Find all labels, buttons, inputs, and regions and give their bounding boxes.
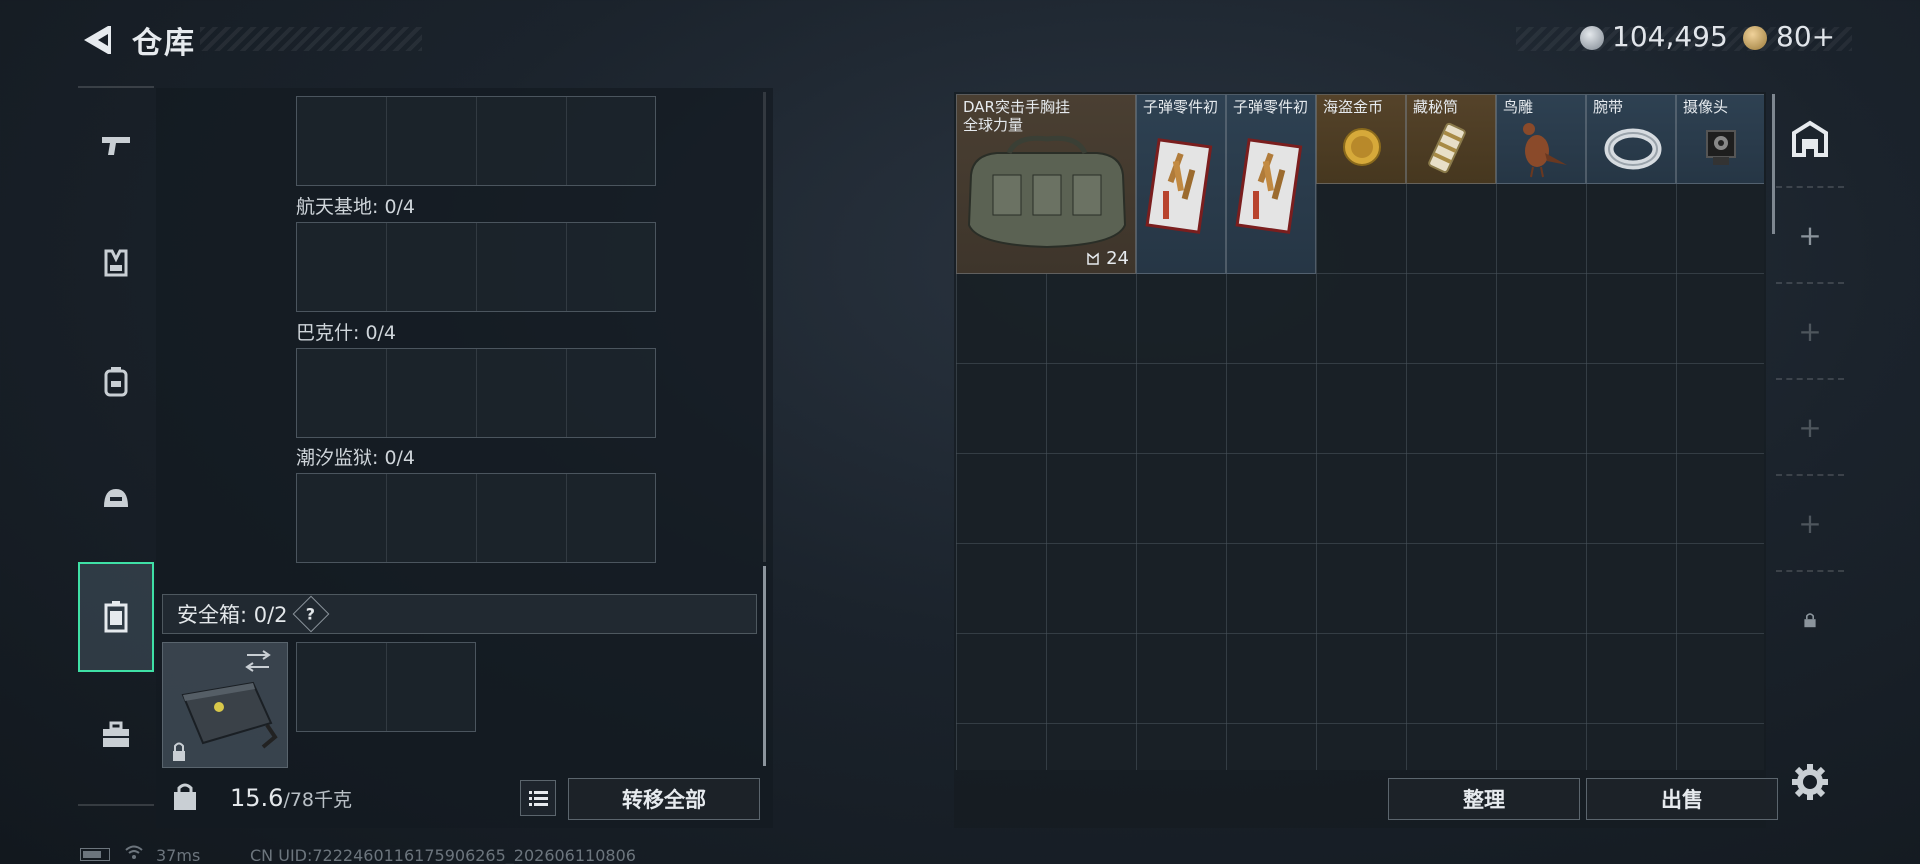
left-scrollbar-thumb[interactable]	[763, 566, 766, 766]
token-amount[interactable]: 80+	[1776, 20, 1835, 53]
safe-box-header: 安全箱: 0/2 ?	[162, 594, 757, 634]
collection-slot-grid[interactable]	[296, 473, 656, 563]
add-storage-page[interactable]: +	[1776, 380, 1844, 476]
settings-button[interactable]	[1790, 762, 1830, 802]
wifi-icon	[124, 844, 144, 864]
tab-armor[interactable]	[78, 208, 154, 318]
list-icon	[529, 791, 548, 806]
collection-label-bakhsh: 巴克什: 0/4	[296, 322, 397, 344]
transfer-all-button[interactable]: 转移全部	[568, 778, 760, 820]
back-arrow-icon	[84, 26, 111, 54]
gold-coin-icon	[1343, 128, 1381, 166]
page-title: 仓库	[132, 26, 196, 61]
durability-icon	[1087, 252, 1100, 265]
camera-icon	[1706, 130, 1736, 165]
storage-pages-rail: + + + +	[1776, 92, 1844, 712]
backpack-icon	[104, 367, 128, 397]
wristband-icon	[1604, 128, 1662, 170]
collection-slot-grid[interactable]	[296, 222, 656, 312]
storage-scrollbar[interactable]	[1772, 94, 1775, 234]
tab-weapon[interactable]	[78, 90, 154, 200]
collection-slot-grid[interactable]	[296, 96, 656, 186]
weight-value: 15.6	[230, 784, 284, 812]
add-storage-page[interactable]: +	[1776, 284, 1844, 380]
collection-label-tidal-prison: 潮汐监狱: 0/4	[296, 447, 416, 469]
plus-icon: +	[1798, 314, 1822, 348]
plus-icon: +	[1798, 506, 1822, 540]
money-amount: 104,495	[1612, 20, 1728, 53]
weight-icon	[162, 774, 208, 820]
tab-container[interactable]	[78, 562, 154, 672]
lock-icon	[1804, 613, 1816, 628]
vest-icon	[104, 249, 128, 277]
gear-icon	[1792, 764, 1828, 800]
toolbox-icon	[103, 721, 129, 747]
add-storage-page[interactable]: +	[1776, 188, 1844, 284]
tab-backpack[interactable]	[78, 326, 154, 436]
collection-slot-grid[interactable]	[296, 348, 656, 438]
category-tabs	[78, 86, 154, 806]
container-icon	[104, 601, 128, 633]
storage-grid[interactable]: DAR突击手胸挂 全球力量 24 子弹零件初 子弹零件初 海盗金币 藏秘筒 鸟雕…	[956, 94, 1764, 770]
safe-box-item[interactable]	[162, 642, 288, 768]
cryptex-icon	[1428, 122, 1466, 174]
locked-storage-page[interactable]	[1776, 572, 1844, 668]
title-decoration	[200, 27, 422, 51]
storage-icon	[1792, 120, 1828, 157]
add-storage-page[interactable]: +	[1776, 476, 1844, 572]
storage-item-ammo-parts[interactable]: 子弹零件初	[1226, 94, 1316, 274]
silver-coin-icon	[1580, 26, 1604, 50]
list-view-button[interactable]	[520, 780, 556, 816]
ammo-box-icon	[1145, 138, 1213, 234]
storage-item-camera[interactable]: 摄像头	[1676, 94, 1764, 184]
storage-item-ammo-parts[interactable]: 子弹零件初	[1136, 94, 1226, 274]
sort-button[interactable]: 整理	[1388, 778, 1580, 820]
gold-token-icon	[1743, 26, 1767, 50]
help-icon: ?	[305, 604, 316, 624]
weight-display: 15.6/78千克	[230, 784, 352, 812]
battery-icon	[80, 848, 110, 861]
sell-button[interactable]: 出售	[1586, 778, 1778, 820]
safe-case-icon	[173, 650, 278, 761]
left-scrollbar-track[interactable]	[763, 92, 766, 562]
safe-box-label: 安全箱: 0/2	[177, 603, 288, 627]
help-button[interactable]: ?	[292, 595, 329, 633]
tab-helmet[interactable]	[78, 444, 154, 554]
bird-statue-icon	[1523, 123, 1567, 178]
weight-capacity: /78千克	[283, 789, 353, 811]
ping-display: 37ms	[156, 846, 201, 864]
safe-box-slot[interactable]	[296, 642, 476, 732]
tab-toolbox[interactable]	[78, 680, 154, 790]
storage-item-wristband[interactable]: 腕带	[1586, 94, 1676, 184]
uid-display: CN UID:7222460116175906265_202606110806	[250, 846, 636, 864]
storage-item-pirate-coin[interactable]: 海盗金币	[1316, 94, 1406, 184]
collection-label-aerospace: 航天基地: 0/4	[296, 196, 416, 218]
storage-item-secret-tube[interactable]: 藏秘筒	[1406, 94, 1496, 184]
ammo-box-icon	[1235, 138, 1303, 234]
plus-icon: +	[1798, 218, 1822, 252]
back-button[interactable]	[78, 20, 112, 60]
pistol-icon	[102, 137, 130, 155]
plus-icon: +	[1798, 410, 1822, 444]
helmet-icon	[104, 489, 128, 507]
storage-page-main[interactable]	[1776, 92, 1844, 188]
storage-item-bird-statue[interactable]: 鸟雕	[1496, 94, 1586, 184]
item-count: 24	[1086, 248, 1129, 269]
storage-item-chest-rig[interactable]: DAR突击手胸挂 全球力量 24	[956, 94, 1136, 274]
